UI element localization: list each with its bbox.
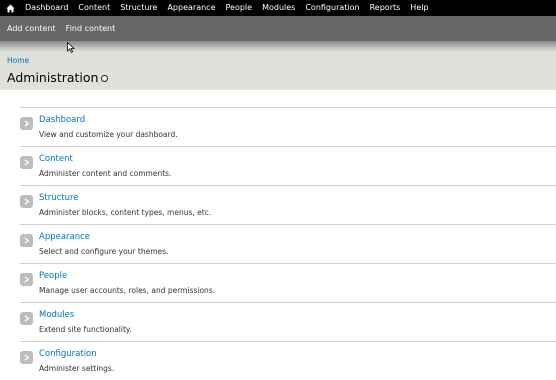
admin-item-title[interactable]: Dashboard	[39, 115, 85, 125]
admin-item-description: Manage user accounts, roles, and permiss…	[39, 286, 216, 295]
shortcut-star-icon[interactable]	[101, 75, 108, 82]
admin-item-appearance: Appearance Select and configure your the…	[20, 224, 556, 263]
toolbar-item-dashboard[interactable]: Dashboard	[20, 0, 73, 16]
toolbar-item-help[interactable]: Help	[405, 0, 433, 16]
admin-list: Dashboard View and customize your dashbo…	[20, 107, 556, 380]
admin-item-dashboard: Dashboard View and customize your dashbo…	[20, 107, 556, 146]
admin-item-title[interactable]: Structure	[39, 193, 79, 203]
mouse-pointer-icon	[67, 38, 76, 57]
admin-item-description: Administer settings.	[39, 364, 115, 373]
admin-item-description: Administer content and comments.	[39, 169, 172, 178]
arrow-right-icon[interactable]	[20, 117, 33, 130]
toolbar-item-reports[interactable]: Reports	[365, 0, 406, 16]
admin-item-title[interactable]: People	[39, 271, 67, 281]
toolbar-item-content[interactable]: Content	[73, 0, 115, 16]
admin-item-title[interactable]: Appearance	[39, 232, 90, 242]
arrow-right-icon[interactable]	[20, 195, 33, 208]
shortcuts-bar: Add content Find content	[0, 16, 556, 41]
admin-toolbar: Dashboard Content Structure Appearance P…	[0, 0, 556, 16]
toolbar-item-configuration[interactable]: Configuration	[300, 0, 364, 16]
admin-item-title[interactable]: Modules	[39, 310, 74, 320]
admin-item-description: Extend site functionality.	[39, 325, 132, 334]
admin-item-description: View and customize your dashboard.	[39, 130, 178, 139]
toolbar-shadow	[0, 41, 556, 52]
admin-item-content: Content Administer content and comments.	[20, 146, 556, 185]
toolbar-item-modules[interactable]: Modules	[257, 0, 300, 16]
arrow-right-icon[interactable]	[20, 234, 33, 247]
admin-item-people: People Manage user accounts, roles, and …	[20, 263, 556, 302]
admin-item-title[interactable]: Configuration	[39, 349, 97, 359]
admin-item-structure: Structure Administer blocks, content typ…	[20, 185, 556, 224]
admin-item-configuration: Configuration Administer settings.	[20, 341, 556, 380]
admin-item-title[interactable]: Content	[39, 154, 73, 164]
home-icon[interactable]	[0, 0, 20, 16]
admin-item-description: Administer blocks, content types, menus,…	[39, 208, 212, 217]
toolbar-item-structure[interactable]: Structure	[115, 0, 162, 16]
toolbar-item-people[interactable]: People	[221, 0, 258, 16]
arrow-right-icon[interactable]	[20, 273, 33, 286]
toolbar-item-appearance[interactable]: Appearance	[162, 0, 220, 16]
shortcut-add-content[interactable]: Add content	[0, 24, 59, 33]
page-title: Administration	[7, 70, 99, 85]
shortcut-find-content[interactable]: Find content	[59, 24, 119, 33]
breadcrumb-home[interactable]: Home	[7, 56, 29, 65]
admin-item-description: Select and configure your themes.	[39, 247, 169, 256]
admin-item-modules: Modules Extend site functionality.	[20, 302, 556, 341]
arrow-right-icon[interactable]	[20, 351, 33, 364]
arrow-right-icon[interactable]	[20, 156, 33, 169]
arrow-right-icon[interactable]	[20, 312, 33, 325]
